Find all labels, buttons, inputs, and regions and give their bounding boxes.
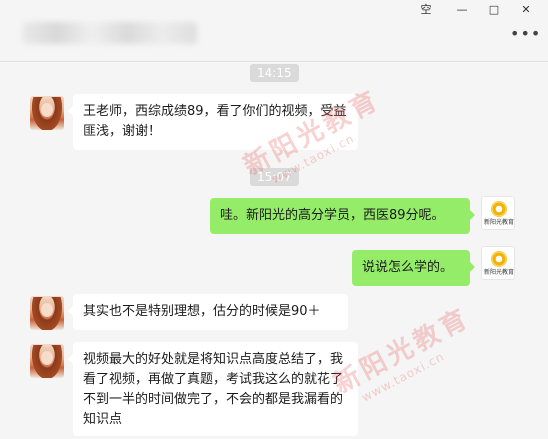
message-bubble-received[interactable]: 视频最大的好处就是将知识点高度总结了，我看了视频，再做了真题，考试我这么的就花了… [68, 342, 358, 436]
self-avatar-logo[interactable]: 新阳光教育 [481, 246, 515, 280]
title-bar: 空 — □ ✕ ••• [0, 0, 548, 62]
timestamp: 15:07 [250, 168, 299, 186]
self-avatar-logo[interactable]: 新阳光教育 [481, 196, 515, 230]
contact-avatar[interactable] [30, 96, 64, 130]
close-button[interactable]: ✕ [516, 2, 536, 18]
message-bubble-sent[interactable]: 哇。新阳光的高分学员，西医89分呢。 [210, 198, 475, 234]
message-bubble-sent[interactable]: 说说怎么学的。 [352, 250, 475, 286]
pin-icon[interactable]: 空 [416, 2, 436, 18]
more-options-icon[interactable]: ••• [510, 26, 541, 42]
minimize-button[interactable]: — [452, 2, 472, 18]
timestamp: 14:15 [250, 64, 299, 82]
sun-logo-icon [491, 201, 507, 217]
sun-logo-icon [491, 251, 507, 267]
chat-title-blurred [22, 22, 197, 44]
message-bubble-received[interactable]: 王老师，西综成绩89，看了你们的视频，受益匪浅，谢谢！ [68, 94, 358, 150]
maximize-button[interactable]: □ [484, 2, 504, 18]
contact-avatar[interactable] [30, 296, 64, 330]
message-bubble-received[interactable]: 其实也不是特别理想，估分的时候是90＋ [68, 294, 348, 330]
contact-avatar[interactable] [30, 344, 64, 378]
